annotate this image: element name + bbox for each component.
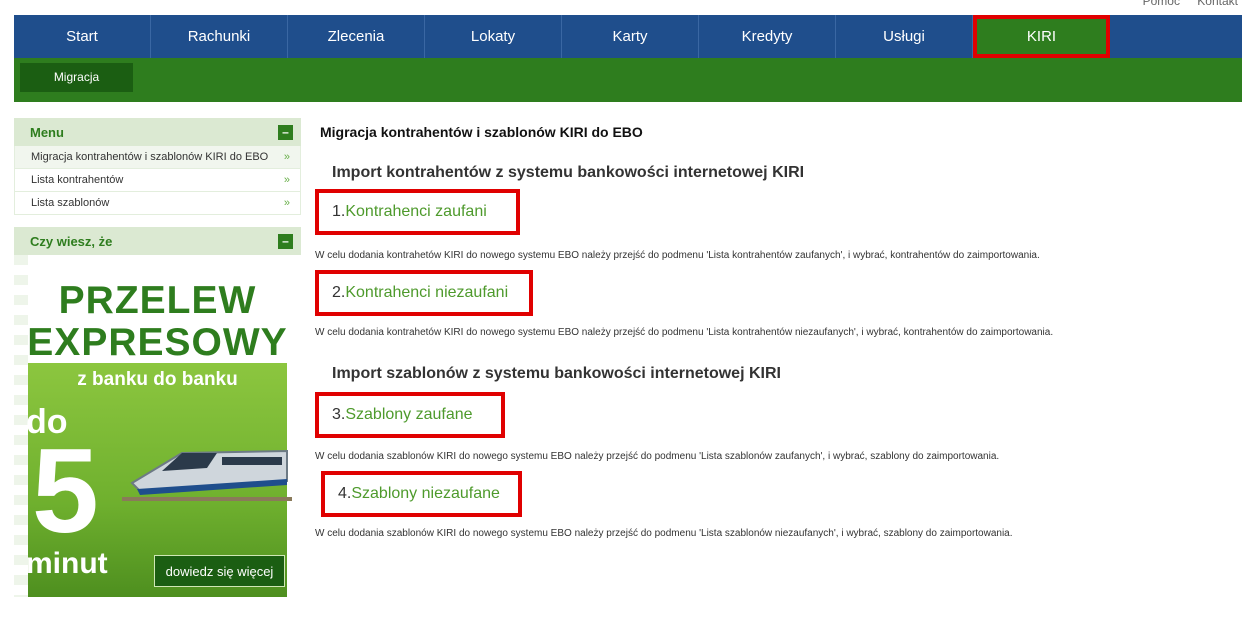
nav-start[interactable]: Start — [14, 15, 151, 58]
nav-kiri[interactable]: KIRI — [973, 15, 1110, 58]
nav-rachunki[interactable]: Rachunki — [151, 15, 288, 58]
nav-uslugi[interactable]: Usługi — [836, 15, 973, 58]
banner-line3: z banku do banku — [77, 369, 238, 390]
sidebar: Menu – Migracja kontrahentów i szablonów… — [14, 118, 301, 597]
link-box-untrusted-templates: 4.Szablony niezaufane — [321, 471, 522, 517]
help-link[interactable]: Pomoc — [1143, 0, 1180, 8]
collapse-menu-button[interactable]: – — [278, 124, 293, 140]
banner-five: 5 — [32, 424, 99, 558]
banner-line2: EXPRESOWY — [27, 321, 288, 364]
link-number: 4. — [338, 485, 352, 502]
menu-panel-title: Menu — [30, 124, 64, 140]
main-nav: Start Rachunki Zlecenia Lokaty Karty Kre… — [14, 15, 1242, 58]
menu-item-label: Lista kontrahentów — [31, 174, 124, 186]
link-box-untrusted-contractors: 2.Kontrahenci niezaufani — [315, 270, 533, 316]
menu-item-lista-kontrahentow[interactable]: Lista kontrahentów » — [15, 169, 300, 192]
collapse-did-you-know-button[interactable]: – — [278, 233, 293, 249]
desc-untrusted-templates: W celu dodania szablonów KIRI do nowego … — [315, 528, 1013, 539]
link-number: 3. — [332, 406, 346, 423]
nav-lokaty[interactable]: Lokaty — [425, 15, 562, 58]
subnav-migracja[interactable]: Migracja — [20, 63, 133, 92]
chevron-right-icon: » — [283, 197, 290, 209]
promo-banner[interactable]: PRZELEW EXPRESOWY z banku do banku do 5 … — [14, 255, 301, 597]
desc-trusted-templates: W celu dodania szablonów KIRI do nowego … — [315, 451, 1000, 462]
link-box-trusted-templates: 3.Szablony zaufane — [315, 392, 505, 438]
page-title: Migracja kontrahentów i szablonów KIRI d… — [320, 124, 643, 140]
contact-link[interactable]: Kontakt — [1197, 0, 1238, 8]
banner-line1: PRZELEW — [58, 279, 257, 322]
banner-minut: minut — [26, 547, 108, 580]
untrusted-contractors-link[interactable]: Kontrahenci niezaufani — [345, 284, 508, 301]
desc-untrusted-contractors: W celu dodania kontrahetów KIRI do noweg… — [315, 327, 1054, 338]
did-you-know-title: Czy wiesz, że — [30, 233, 113, 249]
menu-item-migracja[interactable]: Migracja kontrahentów i szablonów KIRI d… — [15, 146, 300, 169]
desc-trusted-contractors: W celu dodania kontrahetów KIRI do noweg… — [315, 250, 1040, 261]
link-number: 2. — [332, 284, 346, 301]
menu-item-label: Lista szablonów — [31, 197, 110, 209]
chevron-right-icon: » — [283, 174, 290, 186]
nav-karty[interactable]: Karty — [562, 15, 699, 58]
menu-item-lista-szablonow[interactable]: Lista szablonów » — [15, 192, 300, 215]
trusted-contractors-link[interactable]: Kontrahenci zaufani — [345, 203, 486, 220]
section-title-templates: Import szablonów z systemu bankowości in… — [332, 365, 781, 382]
did-you-know-header: Czy wiesz, że – — [14, 227, 301, 255]
trusted-templates-link[interactable]: Szablony zaufane — [345, 406, 472, 423]
menu-list: Migracja kontrahentów i szablonów KIRI d… — [14, 146, 301, 215]
menu-item-label: Migracja kontrahentów i szablonów KIRI d… — [31, 151, 269, 163]
sub-nav: Migracja — [14, 58, 1242, 102]
nav-zlecenia[interactable]: Zlecenia — [288, 15, 425, 58]
did-you-know-panel: Czy wiesz, że – PRZELEW EXPRESOWY z bank… — [14, 227, 301, 597]
top-links: Pomoc Kontakt — [1129, 0, 1238, 8]
train-icon — [122, 449, 292, 501]
chevron-right-icon: » — [283, 151, 290, 163]
link-box-trusted-contractors: 1.Kontrahenci zaufani — [315, 189, 520, 235]
nav-kredyty[interactable]: Kredyty — [699, 15, 836, 58]
link-number: 1. — [332, 203, 346, 220]
learn-more-button[interactable]: dowiedz się więcej — [154, 555, 285, 587]
section-title-contractors: Import kontrahentów z systemu bankowości… — [332, 164, 805, 181]
menu-panel: Menu – Migracja kontrahentów i szablonów… — [14, 118, 301, 215]
menu-panel-header: Menu – — [14, 118, 301, 146]
untrusted-templates-link[interactable]: Szablony niezaufane — [351, 485, 500, 502]
